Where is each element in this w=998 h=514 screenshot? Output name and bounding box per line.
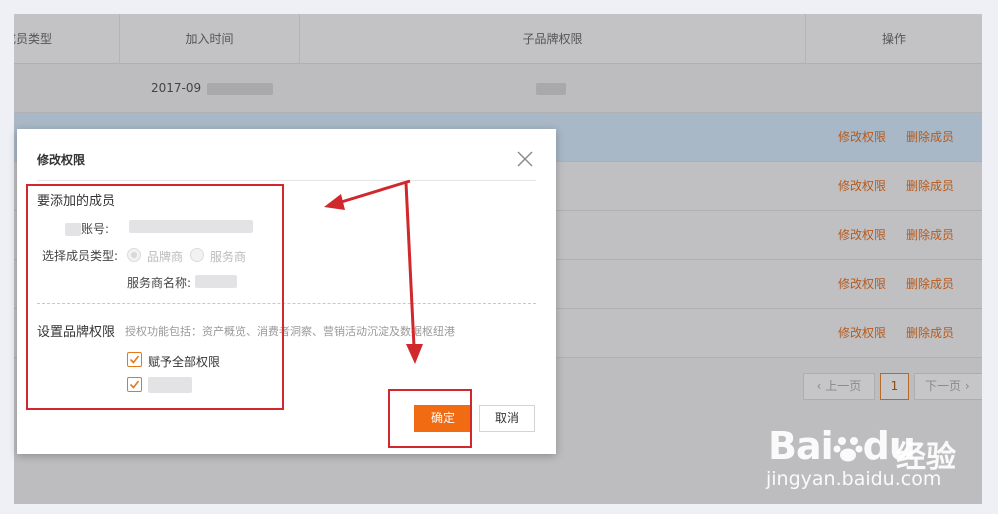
watermark-brand: Bai du [768, 424, 916, 468]
watermark-url: jingyan.baidu.com [766, 468, 942, 490]
annotation-arrow-down [404, 182, 423, 364]
paw-icon [833, 428, 863, 462]
baidu-jingyan-watermark: Bai du 经验 jingyan.baidu.com [758, 420, 983, 500]
annotation-arrow-left [324, 179, 411, 210]
